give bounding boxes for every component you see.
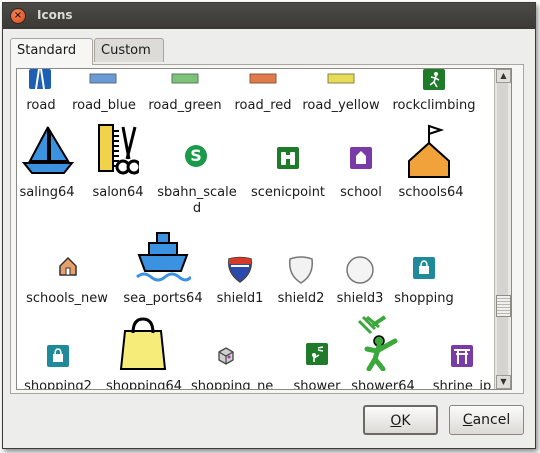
scroll-trough[interactable] [497,83,508,375]
shopping-bag-icon [47,345,69,367]
icon-label: shower64 [351,379,415,390]
icon-item-shopping2[interactable]: shopping2 [21,315,95,390]
icon-label: shrine_jp [432,379,492,390]
round-shield-icon [346,256,374,284]
shower-icon [306,343,328,365]
icon-item-shield1[interactable]: shield1 [213,227,267,311]
icon-label: schools64 [398,185,464,200]
icon-label: school [340,185,382,200]
shower-large-icon [357,315,398,371]
road-blue-icon [89,73,117,84]
icon-item-schools-new[interactable]: schools_new [21,227,113,311]
ship-icon [136,232,191,282]
icon-label: shield2 [277,291,325,306]
road-green-icon [171,73,199,84]
icon-item-rockclimbing[interactable]: rockclimbing [389,69,479,119]
school-icon [350,147,372,169]
vertical-scrollbar[interactable]: ▲ ▼ [494,69,511,389]
icon-view[interactable]: road road_blue road_green road_red road_… [16,68,512,390]
icon-item-salon64[interactable]: salon64 [87,119,149,209]
icon-item-shield2[interactable]: shield2 [273,227,329,311]
icon-item-shower[interactable]: shower [289,315,345,390]
scroll-down-icon[interactable]: ▼ [496,375,511,389]
icon-label: sbahn_scale [157,185,237,200]
cancel-mnemonic: C [462,412,473,428]
icon-label: sea_ports64 [123,291,203,306]
icon-item-sea-ports64[interactable]: sea_ports64 [119,227,207,311]
icon-label-wrap: d [192,201,202,216]
torii-icon [451,345,473,367]
icon-item-shopping64[interactable]: shopping64 [101,315,187,390]
school-flag-icon [408,124,450,178]
icon-item-school[interactable]: school [335,119,387,209]
ok-label-rest: K [401,413,411,429]
icon-label: shopping64 [105,379,183,390]
road-icon [29,69,51,90]
icon-item-sbahn-scaled[interactable]: S sbahn_scale d [155,119,239,219]
ok-mnemonic: O [390,413,402,429]
school-house-icon [59,257,77,276]
icon-item-road-yellow[interactable]: road_yellow [299,69,383,119]
icon-item-road-green[interactable]: road_green [145,69,225,119]
title-bar: × Icons [3,3,535,29]
scroll-up-icon[interactable]: ▲ [496,69,511,83]
comb-scissors-icon [98,124,139,175]
road-red-icon [249,73,277,84]
icon-item-shopping-ne[interactable]: shopping_ne [191,315,274,390]
shield-icon [288,256,314,284]
icon-item-shopping[interactable]: shopping [391,227,457,311]
cancel-label-rest: ancel [472,412,511,428]
icon-item-shrine-jp[interactable]: shrine_jp [425,315,499,390]
icon-item-saling64[interactable]: saling64 [19,119,75,209]
icon-label: road_blue [72,98,136,113]
icon-item-road[interactable]: road [21,69,61,119]
rockclimbing-icon [423,69,445,90]
icon-item-scenicpoint[interactable]: scenicpoint [247,119,329,209]
binoculars-icon [277,147,299,169]
shopping-bag-large-icon [119,317,167,370]
icon-label: salon64 [92,185,144,200]
icon-item-shield3[interactable]: shield3 [333,227,387,311]
icon-item-road-red[interactable]: road_red [230,69,296,119]
shopping-icon [413,257,435,279]
shopping-box-icon [218,347,234,365]
icon-label: schools_new [26,291,108,306]
icon-label: road [26,98,56,113]
icon-label: shield1 [216,291,264,306]
icon-label: shopping_ne [191,379,274,390]
icon-label: saling64 [19,185,75,200]
icon-item-shower64[interactable]: shower64 [347,315,419,390]
icon-item-road-blue[interactable]: road_blue [69,69,139,119]
icon-label: road_yellow [302,98,380,113]
sbahn-icon: S [185,145,207,167]
window-title: Icons [37,8,73,22]
interstate-shield-icon [227,256,253,283]
sailboat-icon [22,126,74,174]
icon-label: shield3 [336,291,384,306]
ok-button[interactable]: OK [363,405,438,435]
cancel-button[interactable]: Cancel [449,405,524,435]
scroll-thumb[interactable] [496,295,511,317]
icon-label: shopping2 [24,379,92,390]
tab-panel: road road_blue road_green road_red road_… [10,64,524,394]
tab-custom[interactable]: Custom [94,38,164,62]
icon-label: scenicpoint [250,185,326,200]
icon-label: shopping [394,291,454,306]
icon-item-schools64[interactable]: schools64 [393,119,469,209]
icon-label: shower [293,379,341,390]
icon-label: road_red [234,98,292,113]
road-yellow-icon [327,73,355,84]
tab-standard[interactable]: Standard [10,38,93,65]
icon-label: rockclimbing [392,98,476,113]
close-icon[interactable]: × [10,8,26,24]
icon-label: road_green [148,98,222,113]
